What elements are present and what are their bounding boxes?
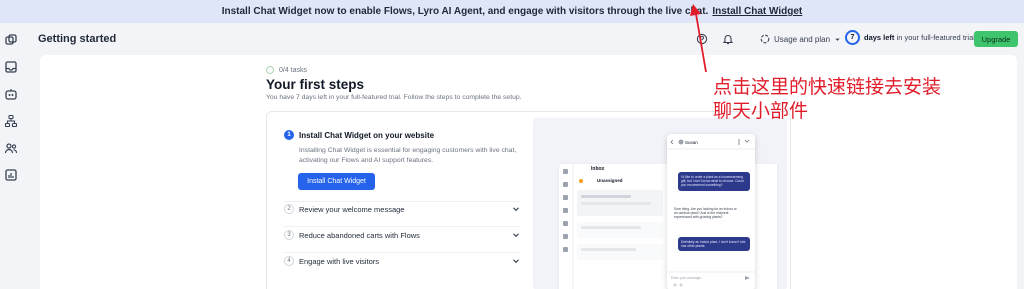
- agent-message: Sure thing. Are you looking for an indoo…: [674, 207, 737, 220]
- trial-days-left: days left: [864, 33, 895, 42]
- step-description: Installing Chat Widget is essential for …: [299, 147, 517, 164]
- divider: [284, 201, 520, 202]
- step-label: Reduce abandoned carts with Flows: [299, 230, 420, 240]
- sidebar: [0, 23, 22, 289]
- step-number: 1: [284, 130, 294, 140]
- step-reduce-abandoned-carts[interactable]: 3 Reduce abandoned carts with Flows: [284, 230, 520, 240]
- step-number: 2: [284, 204, 294, 214]
- trial-days-counter: 7: [845, 30, 860, 45]
- tasks-progress: 0/4 tasks: [266, 66, 307, 74]
- steps-subtitle: You have 7 days left in your full-featur…: [266, 94, 522, 101]
- customer-message: Definitely an indoor plant. I don't know…: [678, 237, 750, 252]
- banner-text: Install Chat Widget now to enable Flows,…: [221, 6, 709, 17]
- step-number: 3: [284, 230, 294, 240]
- step-number: 4: [284, 256, 294, 266]
- analytics-icon[interactable]: [4, 168, 18, 182]
- divider: [284, 252, 520, 253]
- step-label: Engage with live visitors: [299, 256, 380, 266]
- upgrade-button[interactable]: Upgrade: [974, 31, 1018, 47]
- inbox-icon[interactable]: [4, 60, 18, 74]
- step-review-welcome-message[interactable]: 2 Review your welcome message: [284, 204, 520, 214]
- chevron-down-icon: [835, 38, 840, 41]
- trial-status: 7 days left in your full-featured trial: [845, 30, 975, 45]
- chat-widget-preview: Inbox Unassigned Susan I'd like to order…: [533, 118, 787, 289]
- chevron-down-icon: [513, 233, 519, 238]
- step-engage-live-visitors[interactable]: 4 Engage with live visitors: [284, 256, 520, 266]
- help-icon[interactable]: [696, 33, 708, 45]
- page-title: Getting started: [38, 33, 117, 45]
- divider: [284, 226, 520, 227]
- step-label: Install Chat Widget on your website: [299, 130, 435, 140]
- steps-title: Your first steps: [266, 77, 365, 92]
- install-chat-widget-button[interactable]: Install Chat Widget: [298, 173, 375, 190]
- install-chat-widget-link[interactable]: Install Chat Widget: [712, 6, 802, 17]
- steps-panel: 1 Install Chat Widget on your website In…: [266, 111, 791, 289]
- bot-icon[interactable]: [4, 87, 18, 101]
- chevron-down-icon: [513, 207, 519, 212]
- page-header: Getting started Usage and plan 7 days le…: [22, 23, 1024, 55]
- bell-icon[interactable]: [722, 33, 734, 45]
- trial-days-text: in your full-featured trial: [896, 33, 975, 42]
- contact-name: Susan: [685, 140, 698, 145]
- chat-window-mockup: Susan I'd like to order a plant as a hou…: [667, 134, 755, 289]
- steps-list: 1 Install Chat Widget on your website In…: [267, 112, 529, 289]
- layers-icon[interactable]: [4, 33, 18, 47]
- message-input-placeholder: Enter your message...: [671, 276, 704, 280]
- chevron-down-icon: [513, 259, 519, 264]
- annotation-text: 点击这里的快速链接去安装 聊天小部件: [713, 75, 941, 123]
- tasks-count: 0/4 tasks: [279, 66, 308, 74]
- flows-icon[interactable]: [4, 114, 18, 128]
- usage-and-plan-dropdown[interactable]: Usage and plan: [760, 34, 841, 44]
- usage-icon: [760, 34, 770, 44]
- step-install-chat-widget[interactable]: 1 Install Chat Widget on your website: [284, 130, 434, 140]
- progress-ring-icon: [266, 66, 274, 74]
- step-label: Review your welcome message: [299, 204, 405, 214]
- top-banner: Install Chat Widget now to enable Flows,…: [0, 0, 1024, 23]
- unassigned-label: Unassigned: [597, 178, 623, 183]
- annotation-line-1: 点击这里的快速链接去安装: [713, 76, 942, 98]
- customer-message: I'd like to order a plant as a housewarm…: [678, 172, 750, 191]
- contacts-icon[interactable]: [4, 141, 18, 155]
- usage-label: Usage and plan: [774, 34, 831, 44]
- annotation-line-2: 聊天小部件: [713, 100, 809, 122]
